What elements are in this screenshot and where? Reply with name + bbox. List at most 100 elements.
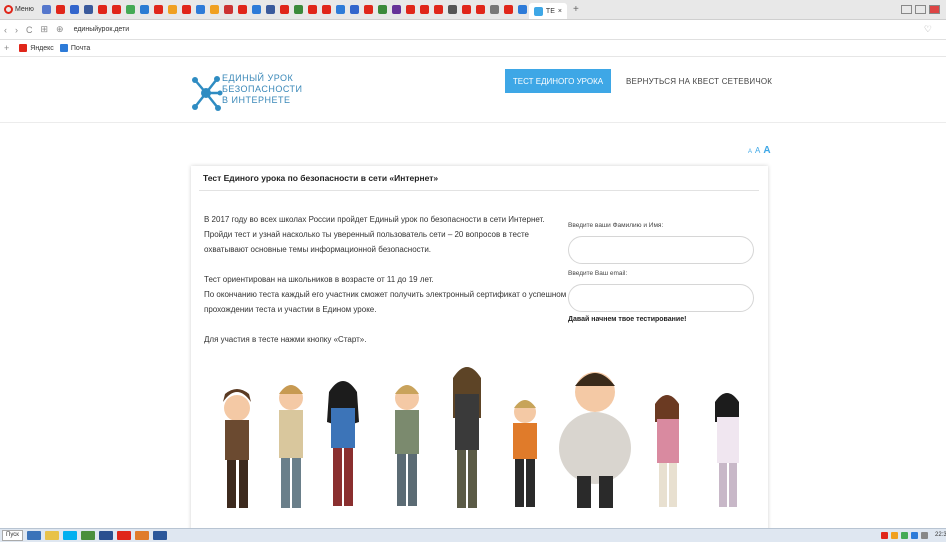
tab-favicon-icon[interactable] xyxy=(363,5,373,14)
logo-text[interactable]: ЕДИНЫЙ УРОК БЕЗОПАСНОСТИ В ИНТЕРНЕТЕ xyxy=(222,73,303,106)
registration-form: Введите ваши Фамилию и Имя: Введите Ваш … xyxy=(568,222,758,323)
browser-tab-strip: Меню ТЕ × + xyxy=(0,0,946,20)
close-tab-icon[interactable]: × xyxy=(558,8,562,15)
new-tab-icon[interactable]: + xyxy=(573,4,579,15)
os-taskbar: Пуск 22:33 xyxy=(0,528,946,542)
back-icon[interactable]: ‹ xyxy=(0,25,11,35)
web-page: ЕДИНЫЙ УРОК БЕЗОПАСНОСТИ В ИНТЕРНЕТЕ ТЕС… xyxy=(0,57,946,528)
tab-favicon-icon[interactable] xyxy=(349,5,359,14)
tab-favicon-icon[interactable] xyxy=(237,5,247,14)
cartoon-children-illustration xyxy=(223,367,739,508)
taskbar-app-icon[interactable] xyxy=(26,531,41,540)
tab-favicon-icon[interactable] xyxy=(377,5,387,14)
font-medium-button[interactable]: A xyxy=(755,146,760,155)
taskbar-app-icon[interactable] xyxy=(116,531,131,540)
address-bar: ‹ › C ⊞ ⊕ единыйурок.дети ♡ xyxy=(0,20,946,40)
tab-favicon-icon[interactable] xyxy=(111,5,121,14)
start-button[interactable]: Пуск xyxy=(2,530,23,541)
tab-favicon-icon[interactable] xyxy=(41,5,51,14)
site-favicon-icon xyxy=(533,6,543,16)
tab-favicon-icon[interactable] xyxy=(461,5,471,14)
tab-favicon-icon[interactable] xyxy=(447,5,457,14)
child-figure-5 xyxy=(453,367,481,508)
bookmark-mail[interactable]: Почта xyxy=(59,44,90,52)
test-card: Тест Единого урока по безопасности в сет… xyxy=(191,166,768,528)
tab-favicon-icon[interactable] xyxy=(475,5,485,14)
tab-favicon-icon[interactable] xyxy=(209,5,219,14)
bookmark-heart-icon[interactable]: ♡ xyxy=(924,24,932,35)
tab-favicon-icon[interactable] xyxy=(489,5,499,14)
tab-favicon-icon[interactable] xyxy=(391,5,401,14)
minimize-icon[interactable] xyxy=(901,5,912,14)
clock: 22:33 xyxy=(935,532,946,538)
tab-favicon-icon[interactable] xyxy=(69,5,79,14)
tab-favicons xyxy=(38,5,527,14)
taskbar-app-icon[interactable] xyxy=(152,531,167,540)
tab-favicon-icon[interactable] xyxy=(55,5,65,14)
child-figure-7 xyxy=(559,372,631,508)
tab-favicon-icon[interactable] xyxy=(195,5,205,14)
start-testing-link[interactable]: Давай начнем твое тестирование! xyxy=(568,316,758,323)
nav-back-link[interactable]: ВЕРНУТЬСЯ НА КВЕСТ СЕТЕВИЧОК xyxy=(626,69,772,93)
tab-favicon-icon[interactable] xyxy=(279,5,289,14)
tab-favicon-icon[interactable] xyxy=(97,5,107,14)
tab-favicon-icon[interactable] xyxy=(125,5,135,14)
taskbar-app-icon[interactable] xyxy=(98,531,113,540)
tab-favicon-icon[interactable] xyxy=(335,5,345,14)
taskbar-app-icon[interactable] xyxy=(62,531,77,540)
tab-favicon-icon[interactable] xyxy=(307,5,317,14)
tab-favicon-icon[interactable] xyxy=(83,5,93,14)
add-bookmark-icon[interactable]: + xyxy=(0,43,13,53)
nav-test-button[interactable]: ТЕСТ ЕДИНОГО УРОКА xyxy=(505,69,611,93)
browser-menu-button[interactable]: Меню xyxy=(0,0,38,19)
bookmarks-bar: + Яндекс Почта xyxy=(0,40,946,57)
forward-icon[interactable]: › xyxy=(11,25,22,35)
tab-favicon-icon[interactable] xyxy=(251,5,261,14)
child-figure-3 xyxy=(327,381,359,506)
tab-favicon-icon[interactable] xyxy=(153,5,163,14)
bookmark-yandex[interactable]: Яндекс xyxy=(19,44,54,52)
taskbar-app-icon[interactable] xyxy=(44,531,59,540)
card-divider xyxy=(199,190,759,191)
tab-favicon-icon[interactable] xyxy=(167,5,177,14)
url-field[interactable]: единыйурок.дети xyxy=(74,26,130,33)
email-input[interactable] xyxy=(568,284,754,312)
tab-favicon-icon[interactable] xyxy=(405,5,415,14)
speed-dial-icon[interactable]: ⊞ xyxy=(37,24,53,35)
card-title: Тест Единого урока по безопасности в сет… xyxy=(203,173,439,183)
font-large-button[interactable]: A xyxy=(763,145,770,156)
taskbar-app-icon[interactable] xyxy=(80,531,95,540)
active-tab[interactable]: ТЕ × xyxy=(528,3,567,19)
tab-favicon-icon[interactable] xyxy=(223,5,233,14)
reload-icon[interactable]: C xyxy=(22,25,37,35)
name-input[interactable] xyxy=(568,236,754,264)
tray-icon[interactable] xyxy=(911,532,918,539)
tray-icon[interactable] xyxy=(881,532,888,539)
yandex-icon xyxy=(19,44,28,52)
tab-favicon-icon[interactable] xyxy=(293,5,303,14)
taskbar-apps xyxy=(26,531,167,540)
tab-favicon-icon[interactable] xyxy=(503,5,513,14)
tray-icon[interactable] xyxy=(921,532,928,539)
tab-favicon-icon[interactable] xyxy=(419,5,429,14)
tray-icon[interactable] xyxy=(901,532,908,539)
taskbar-app-icon[interactable] xyxy=(134,531,149,540)
child-figure-2 xyxy=(279,385,303,508)
site-header: ЕДИНЫЙ УРОК БЕЗОПАСНОСТИ В ИНТЕРНЕТЕ ТЕС… xyxy=(0,57,946,123)
child-figure-6 xyxy=(513,400,537,507)
browser-logo-icon xyxy=(4,5,13,14)
font-small-button[interactable]: A xyxy=(748,149,752,155)
maximize-icon[interactable] xyxy=(915,5,926,14)
close-window-icon[interactable] xyxy=(929,5,940,14)
tab-favicon-icon[interactable] xyxy=(139,5,149,14)
tray-icon[interactable] xyxy=(891,532,898,539)
tab-favicon-icon[interactable] xyxy=(181,5,191,14)
tab-favicon-icon[interactable] xyxy=(433,5,443,14)
tab-favicon-icon[interactable] xyxy=(321,5,331,14)
tab-favicon-icon[interactable] xyxy=(517,5,527,14)
name-label: Введите ваши Фамилию и Имя: xyxy=(568,222,664,229)
site-info-icon[interactable]: ⊕ xyxy=(52,24,68,35)
child-figure-4 xyxy=(395,385,419,506)
tab-favicon-icon[interactable] xyxy=(265,5,275,14)
child-figure-8 xyxy=(655,395,679,507)
